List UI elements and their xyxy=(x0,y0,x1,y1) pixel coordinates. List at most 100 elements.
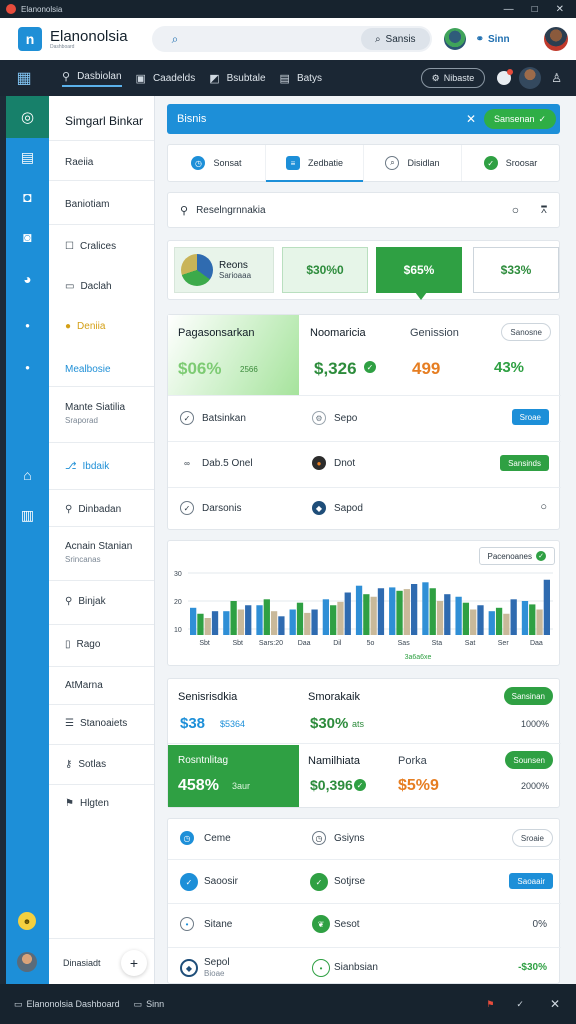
chart-bar[interactable] xyxy=(363,594,370,635)
grid-icon[interactable]: ▦ xyxy=(0,68,48,88)
chart-bar[interactable] xyxy=(304,612,311,635)
header-pill[interactable]: ⚭ Sinn xyxy=(476,34,510,45)
chart-bar[interactable] xyxy=(429,588,436,635)
chart-bar[interactable] xyxy=(355,585,363,635)
search-input[interactable]: ⌕ ⌕ Sansis xyxy=(151,26,432,52)
chart-bar[interactable] xyxy=(322,599,330,635)
badge-icon[interactable]: ☻ xyxy=(18,912,36,930)
sidebar-item[interactable]: ⎇ Ibdaik xyxy=(65,461,109,472)
stat-pill[interactable]: Sanosne xyxy=(501,323,551,341)
maximize-icon[interactable]: □ xyxy=(532,4,538,15)
chart-bar[interactable] xyxy=(410,584,418,635)
tab[interactable]: ✓ Sroosar xyxy=(462,145,559,181)
sidebar-item[interactable]: Raeiia xyxy=(65,157,93,168)
chart-bar[interactable] xyxy=(529,604,536,635)
minimize-icon[interactable]: — xyxy=(504,4,514,15)
chart-bar[interactable] xyxy=(462,602,470,635)
chart-bar[interactable] xyxy=(377,588,385,635)
nav-item-3[interactable]: ◩ Bsubtale xyxy=(209,72,265,85)
kpi-card[interactable]: $30%0 xyxy=(282,247,368,293)
avatar[interactable] xyxy=(443,28,466,50)
chart-bar[interactable] xyxy=(211,611,219,635)
chart-bar[interactable] xyxy=(436,601,444,635)
flag-icon[interactable]: ⚑ xyxy=(486,999,494,1010)
avatar[interactable] xyxy=(519,67,542,89)
banner-button[interactable]: Sansenan ✓ xyxy=(484,109,556,129)
stat-button[interactable]: Sounsen xyxy=(505,751,553,769)
add-button[interactable]: + xyxy=(121,950,147,976)
chart-bar[interactable] xyxy=(197,613,204,635)
sidebar-item[interactable]: Baniotiam xyxy=(65,199,109,210)
chart-bar[interactable] xyxy=(245,605,252,635)
chart-bar[interactable] xyxy=(370,596,377,635)
home-icon[interactable]: ⌂ xyxy=(6,467,49,483)
chart-bar[interactable] xyxy=(521,601,529,635)
chart-bar[interactable] xyxy=(311,609,318,636)
chart-bar[interactable] xyxy=(510,599,517,635)
tab[interactable]: ⌕ Disidlan xyxy=(364,145,462,181)
taskbar-item[interactable]: Elanonolsia Dashboard xyxy=(27,999,120,1009)
chart-bar[interactable] xyxy=(330,605,337,635)
chart-bar[interactable] xyxy=(422,582,429,635)
chart-bar[interactable] xyxy=(296,602,304,635)
chart-bar[interactable] xyxy=(223,611,230,635)
chevron-icon[interactable]: ○ xyxy=(540,501,547,513)
chart-bar[interactable] xyxy=(536,609,543,636)
nav-item-1[interactable]: ⚲ Dasbiolan xyxy=(62,70,122,87)
search-button[interactable]: ⌕ Sansis xyxy=(360,28,430,50)
chart-bar[interactable] xyxy=(495,607,503,635)
nav-item-2[interactable]: ▣ Caadelds xyxy=(136,72,196,85)
user-avatar[interactable] xyxy=(544,27,568,51)
nav-item-4[interactable]: ▤ Batys xyxy=(280,72,322,85)
close-icon[interactable]: ✕ xyxy=(556,4,564,15)
avatar[interactable] xyxy=(17,952,37,972)
chart-bar[interactable] xyxy=(470,609,477,636)
sidebar-item[interactable]: Mealbosie xyxy=(65,364,111,375)
dot-icon[interactable]: ● xyxy=(6,318,49,332)
camera-icon[interactable]: ◙ xyxy=(6,229,49,245)
filter-bar[interactable]: ⚲ Reselngrnnakia ○ ⩞ xyxy=(167,192,560,228)
dot-icon[interactable]: ● xyxy=(6,360,49,374)
kpi-pie-card[interactable]: Reons Sarioaaa xyxy=(174,247,274,293)
taskbar-app-icon[interactable]: ▭ xyxy=(134,999,143,1010)
list-item-action[interactable]: Saoaair xyxy=(509,873,553,889)
chart-icon[interactable]: ◘ xyxy=(6,189,49,205)
chart-bar[interactable] xyxy=(278,616,285,635)
globe-icon[interactable]: ◎ xyxy=(6,96,49,138)
chart-bar[interactable] xyxy=(270,611,278,635)
kpi-card-selected[interactable]: $65% xyxy=(376,247,462,300)
tab-active[interactable]: ≡ Zedbatie xyxy=(266,145,364,182)
filter-icon[interactable]: ⩞ xyxy=(541,205,547,216)
chart-bar[interactable] xyxy=(337,601,344,635)
tab[interactable]: ◷ Sonsat xyxy=(168,145,266,181)
chart-bar[interactable] xyxy=(237,609,245,636)
notification-icon[interactable] xyxy=(497,69,514,85)
chart-bar[interactable] xyxy=(190,607,197,635)
close-icon[interactable]: ✕ xyxy=(550,997,560,1011)
sidebar-item[interactable]: ▭ Daclah xyxy=(65,281,112,292)
chart-bar[interactable] xyxy=(263,599,270,635)
sidebar-item[interactable]: Mante Siatilia Sraporad xyxy=(65,402,125,425)
chart-bar[interactable] xyxy=(455,596,462,635)
palette-icon[interactable]: ◕ xyxy=(6,271,49,287)
chart-bar[interactable] xyxy=(396,590,403,635)
sidebar-item[interactable]: ⚲ Dinbadan xyxy=(65,504,121,515)
taskbar-item[interactable]: Sinn xyxy=(146,999,164,1009)
kpi-card[interactable]: $33% xyxy=(473,247,559,293)
circle-icon[interactable]: ○ xyxy=(512,203,519,217)
chart-bar[interactable] xyxy=(289,609,296,636)
chart-bar[interactable] xyxy=(543,579,550,635)
list-item-action[interactable]: Sroaie xyxy=(511,829,553,847)
row-action-button[interactable]: Sroae xyxy=(511,409,549,425)
chart-bar[interactable] xyxy=(403,589,410,635)
chart-bar[interactable] xyxy=(204,618,211,635)
chart-bar[interactable] xyxy=(488,611,495,635)
calendar-icon[interactable]: ▥ xyxy=(6,507,49,523)
taskbar-app-icon[interactable]: ▭ xyxy=(14,999,23,1010)
sidebar-item[interactable]: Acnain Stanian Srincanas xyxy=(65,541,132,564)
chart-bar[interactable] xyxy=(344,592,351,636)
chart-bar[interactable] xyxy=(256,605,263,635)
chart-bar[interactable] xyxy=(503,613,510,635)
sidebar-item[interactable]: ⚷ Sotlas xyxy=(65,759,106,770)
close-icon[interactable]: ✕ xyxy=(466,112,476,126)
